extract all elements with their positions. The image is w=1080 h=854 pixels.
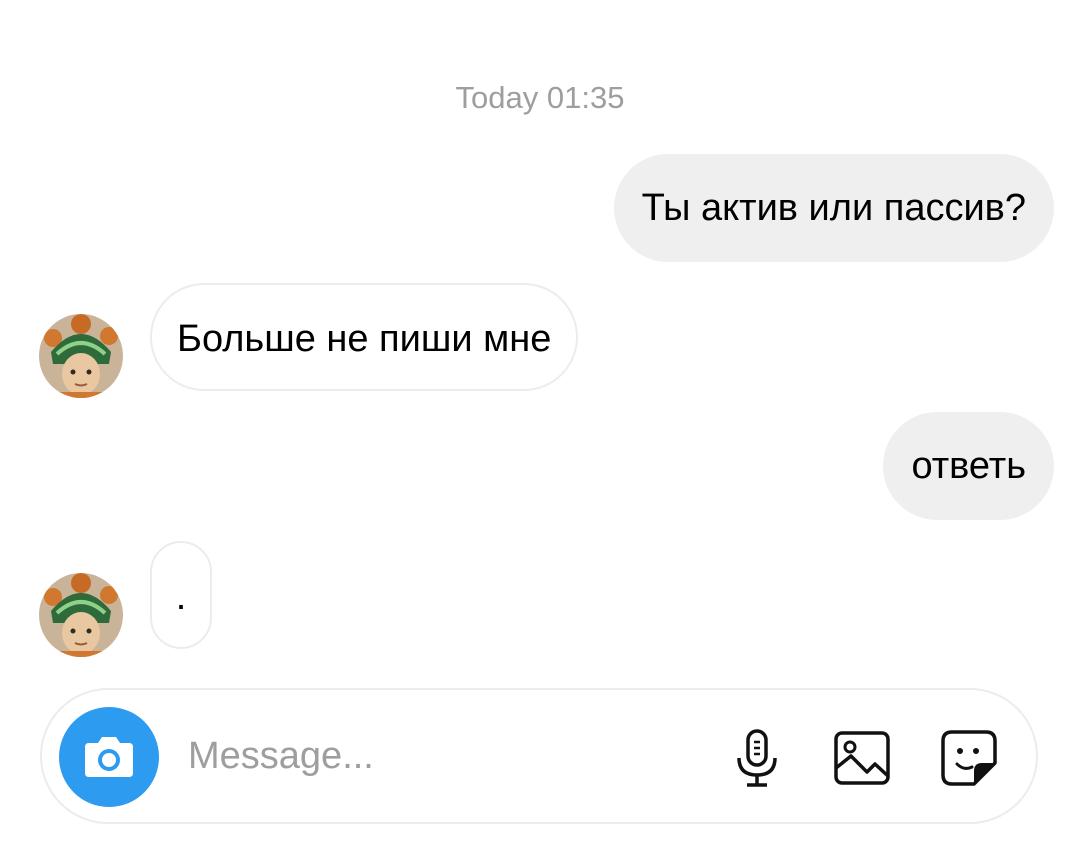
microphone-icon [737,729,777,787]
sticker-button[interactable] [937,726,1001,790]
avatar-image [39,314,123,398]
outgoing-message-bubble[interactable]: ответь [883,412,1054,520]
message-timestamp: Today 01:35 [455,80,625,115]
incoming-message-bubble[interactable]: Больше не пиши мне [150,283,579,391]
gallery-button[interactable] [830,726,894,790]
contact-avatar[interactable] [39,314,123,398]
contact-avatar[interactable] [39,573,123,657]
outgoing-message-bubble[interactable]: Ты актив или пассив? [613,154,1054,262]
sticker-icon [941,730,997,786]
message-composer [40,688,1038,824]
incoming-message-bubble[interactable]: . [150,541,212,649]
avatar-image [39,573,123,657]
gallery-icon [834,731,890,785]
camera-icon [85,737,133,777]
camera-button[interactable] [59,707,159,807]
message-input[interactable] [188,720,688,792]
microphone-button[interactable] [725,726,789,790]
